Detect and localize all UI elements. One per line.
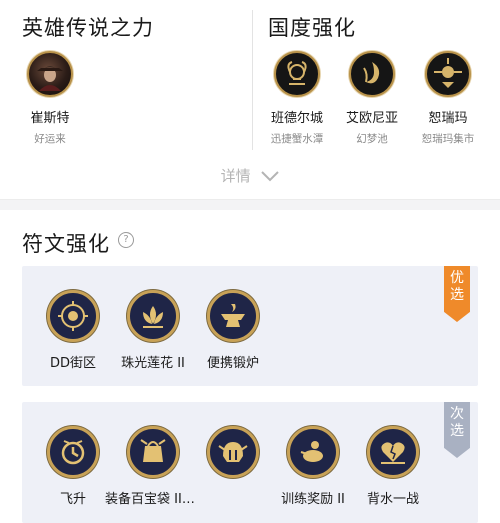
legend-item-sub: 好运来	[34, 133, 66, 145]
nation-item-bandle-city[interactable]: 班德尔城 迅捷蟹水潭	[257, 51, 337, 146]
details-toggle[interactable]: 详情	[0, 165, 500, 186]
nation-item-shurima[interactable]: 恕瑞玛 恕瑞玛集市	[408, 51, 488, 146]
legend-section-title: 英雄传说之力	[22, 16, 154, 40]
help-icon[interactable]: ?	[118, 232, 134, 248]
nation-section-title: 国度强化	[268, 16, 356, 40]
nation-item-sub: 迅捷蟹水潭	[270, 133, 324, 145]
section-divider	[252, 10, 253, 150]
secondary-runes-panel: 次选 飞升 装备百宝袋 II了解你的…	[22, 402, 478, 523]
runes-section-title: 符文强化	[22, 232, 110, 256]
rune-item-last-stand[interactable]: 背水一战	[345, 426, 441, 507]
ionia-icon	[349, 51, 395, 97]
preferred-runes-panel: 优选 DD街区 珠光莲花 II 便携锻炉	[22, 266, 478, 386]
chevron-down-icon	[261, 168, 280, 186]
shurima-icon	[425, 51, 471, 97]
details-label: 详情	[220, 167, 251, 185]
item-bag-icon	[127, 426, 179, 478]
nation-item-sub: 恕瑞玛集市	[421, 133, 475, 145]
nation-item-name: 恕瑞玛	[428, 111, 468, 126]
lotus-icon	[127, 290, 179, 342]
heart-icon	[367, 426, 419, 478]
nation-item-name: 班德尔城	[270, 111, 323, 126]
preferred-tag: 优选	[444, 266, 470, 322]
section-separator	[0, 199, 500, 210]
helmet-icon	[207, 426, 259, 478]
coin-icon	[47, 290, 99, 342]
rune-name: 便携锻炉	[206, 356, 259, 371]
secondary-tag: 次选	[444, 402, 470, 458]
legend-item-name: 崔斯特	[30, 111, 70, 126]
nation-item-sub: 幻梦池	[356, 133, 388, 145]
nation-item-name: 艾欧尼亚	[345, 111, 398, 126]
rune-name: 装备百宝袋 II了解你的…	[105, 492, 201, 507]
hero-portrait-icon	[27, 51, 73, 97]
training-icon	[287, 426, 339, 478]
nation-item-ionia[interactable]: 艾欧尼亚 幻梦池	[332, 51, 412, 146]
clock-icon	[47, 426, 99, 478]
bandle-city-icon	[274, 51, 320, 97]
rune-item-portable-forge[interactable]: 便携锻炉	[185, 290, 281, 371]
rune-name: 背水一战	[366, 492, 419, 507]
legend-item-twisted-fate[interactable]: 崔斯特 好运来	[10, 51, 90, 146]
anvil-icon	[207, 290, 259, 342]
